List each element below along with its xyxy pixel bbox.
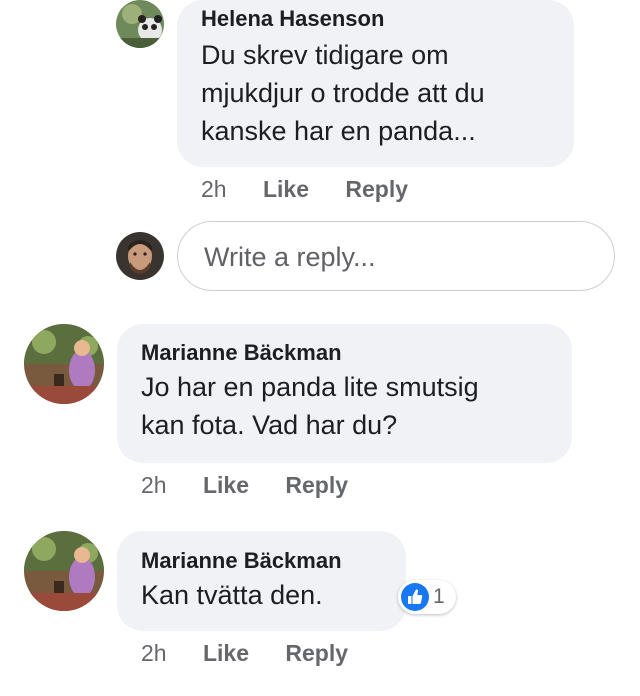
comment-bubble: Marianne Bäckman Jo har en panda lite sm…: [117, 324, 572, 463]
comment-text-line: Jo har en panda lite smutsig: [141, 372, 479, 402]
comment-author[interactable]: Helena Hasenson: [201, 6, 550, 32]
reply-input[interactable]: [202, 222, 596, 292]
comment-meta: 2h Like Reply: [141, 639, 378, 667]
reply-button[interactable]: Reply: [285, 472, 348, 498]
comment-bubble: Helena Hasenson Du skrev tidigare om mju…: [177, 0, 574, 167]
comment-text-line: kanske har en panda...: [201, 116, 476, 146]
comment-timestamp[interactable]: 2h: [141, 472, 167, 498]
avatar-marianne[interactable]: [24, 324, 104, 404]
comment-text-line: Du skrev tidigare om: [201, 40, 449, 70]
comment-meta: 2h Like Reply: [201, 175, 438, 203]
comment-timestamp[interactable]: 2h: [141, 640, 167, 666]
reply-button[interactable]: Reply: [345, 176, 408, 202]
comment-author[interactable]: Marianne Bäckman: [141, 548, 382, 574]
reply-box: [177, 221, 615, 292]
thumbs-up-icon: [401, 583, 429, 611]
like-button[interactable]: Like: [263, 176, 309, 202]
like-button[interactable]: Like: [203, 640, 249, 666]
reaction-badge[interactable]: 1: [398, 580, 456, 614]
avatar-current-user[interactable]: [116, 232, 164, 280]
reply-button[interactable]: Reply: [285, 640, 348, 666]
avatar-helena[interactable]: [116, 0, 164, 48]
like-button[interactable]: Like: [203, 472, 249, 498]
comment-text-line: Kan tvätta den.: [141, 580, 323, 610]
comment-meta: 2h Like Reply: [141, 471, 378, 499]
avatar-marianne[interactable]: [24, 531, 104, 611]
reaction-count: 1: [433, 585, 445, 608]
comment-text-line: mjukdjur o trodde att du: [201, 78, 485, 108]
comment-author[interactable]: Marianne Bäckman: [141, 340, 548, 366]
comment-bubble: Marianne Bäckman Kan tvätta den.: [117, 531, 406, 631]
comment-text-line: kan fota. Vad har du?: [141, 410, 398, 440]
comment-timestamp[interactable]: 2h: [201, 176, 227, 202]
